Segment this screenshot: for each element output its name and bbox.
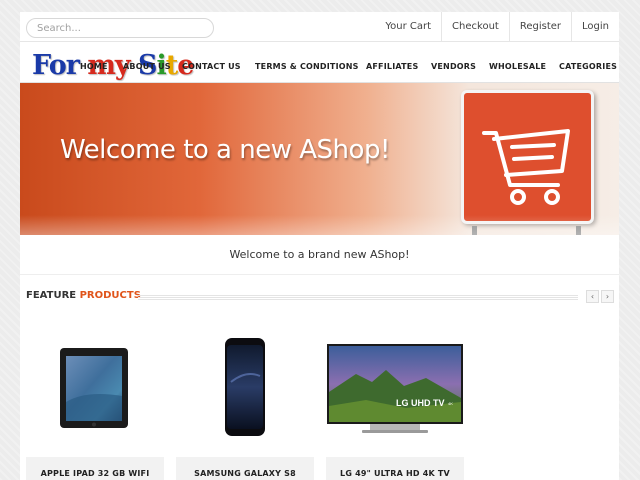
section-divider — [20, 274, 619, 275]
product-image[interactable]: LG UHD TV 4K — [326, 312, 464, 454]
search-input[interactable] — [26, 18, 214, 38]
product-name[interactable]: LG 49" ULTRA HD 4K TV — [326, 457, 464, 480]
product-card[interactable]: LG UHD TV 4K LG 49" ULTRA HD 4K TV — [326, 312, 464, 480]
product-card[interactable]: APPLE IPAD 32 GB WIFI — [26, 312, 164, 480]
phone-icon — [225, 338, 265, 436]
product-name[interactable]: SAMSUNG GALAXY S8 — [176, 457, 314, 480]
nav-contact-us[interactable]: CONTACT US — [182, 62, 241, 71]
nav-about-us[interactable]: ABOUT US — [123, 62, 171, 71]
cart-sign — [461, 90, 594, 224]
product-name[interactable]: APPLE IPAD 32 GB WIFI — [26, 457, 164, 480]
products-label: PRODUCTS — [79, 290, 141, 301]
tv-icon — [327, 344, 463, 433]
nav-vendors[interactable]: VENDORS — [431, 62, 476, 71]
feature-label: FEATURE — [26, 290, 77, 301]
nav-categories[interactable]: CATEGORIES — [559, 62, 617, 71]
banner-heading: Welcome to a new AShop! — [60, 135, 390, 165]
tv-brand-label: LG UHD TV — [396, 398, 445, 408]
title-rule — [138, 294, 578, 300]
account-links: Your Cart Checkout Register Login — [375, 12, 619, 42]
feature-products-title: FEATURE PRODUCTS — [26, 290, 141, 301]
product-image[interactable] — [26, 312, 164, 454]
product-card[interactable]: SAMSUNG GALAXY S8 — [176, 312, 314, 480]
nav-wholesale[interactable]: WHOLESALE — [489, 62, 546, 71]
nav-terms[interactable]: TERMS & CONDITIONS — [255, 62, 359, 71]
sign-post — [576, 226, 581, 235]
register-link[interactable]: Register — [508, 12, 571, 42]
carousel-next-button[interactable]: › — [601, 290, 614, 303]
page: Your Cart Checkout Register Login For my… — [20, 12, 619, 480]
nav-affiliates[interactable]: AFFILIATES — [366, 62, 418, 71]
hero-banner: Welcome to a new AShop! — [20, 83, 619, 235]
tablet-icon — [60, 348, 128, 428]
product-image[interactable] — [176, 312, 314, 454]
top-bar: Your Cart Checkout Register Login — [20, 12, 619, 42]
your-cart-link[interactable]: Your Cart — [375, 12, 441, 42]
sign-post — [472, 226, 477, 235]
login-link[interactable]: Login — [571, 12, 619, 42]
nav-bar: For my Site HOME ABOUT US CONTACT US TER… — [20, 42, 619, 82]
tv-badge: 4K — [448, 401, 453, 406]
nav-home[interactable]: HOME — [80, 62, 108, 71]
shopping-cart-icon — [482, 129, 570, 205]
welcome-text: Welcome to a brand new AShop! — [229, 248, 410, 261]
checkout-link[interactable]: Checkout — [441, 12, 509, 42]
carousel-prev-button[interactable]: ‹ — [586, 290, 599, 303]
